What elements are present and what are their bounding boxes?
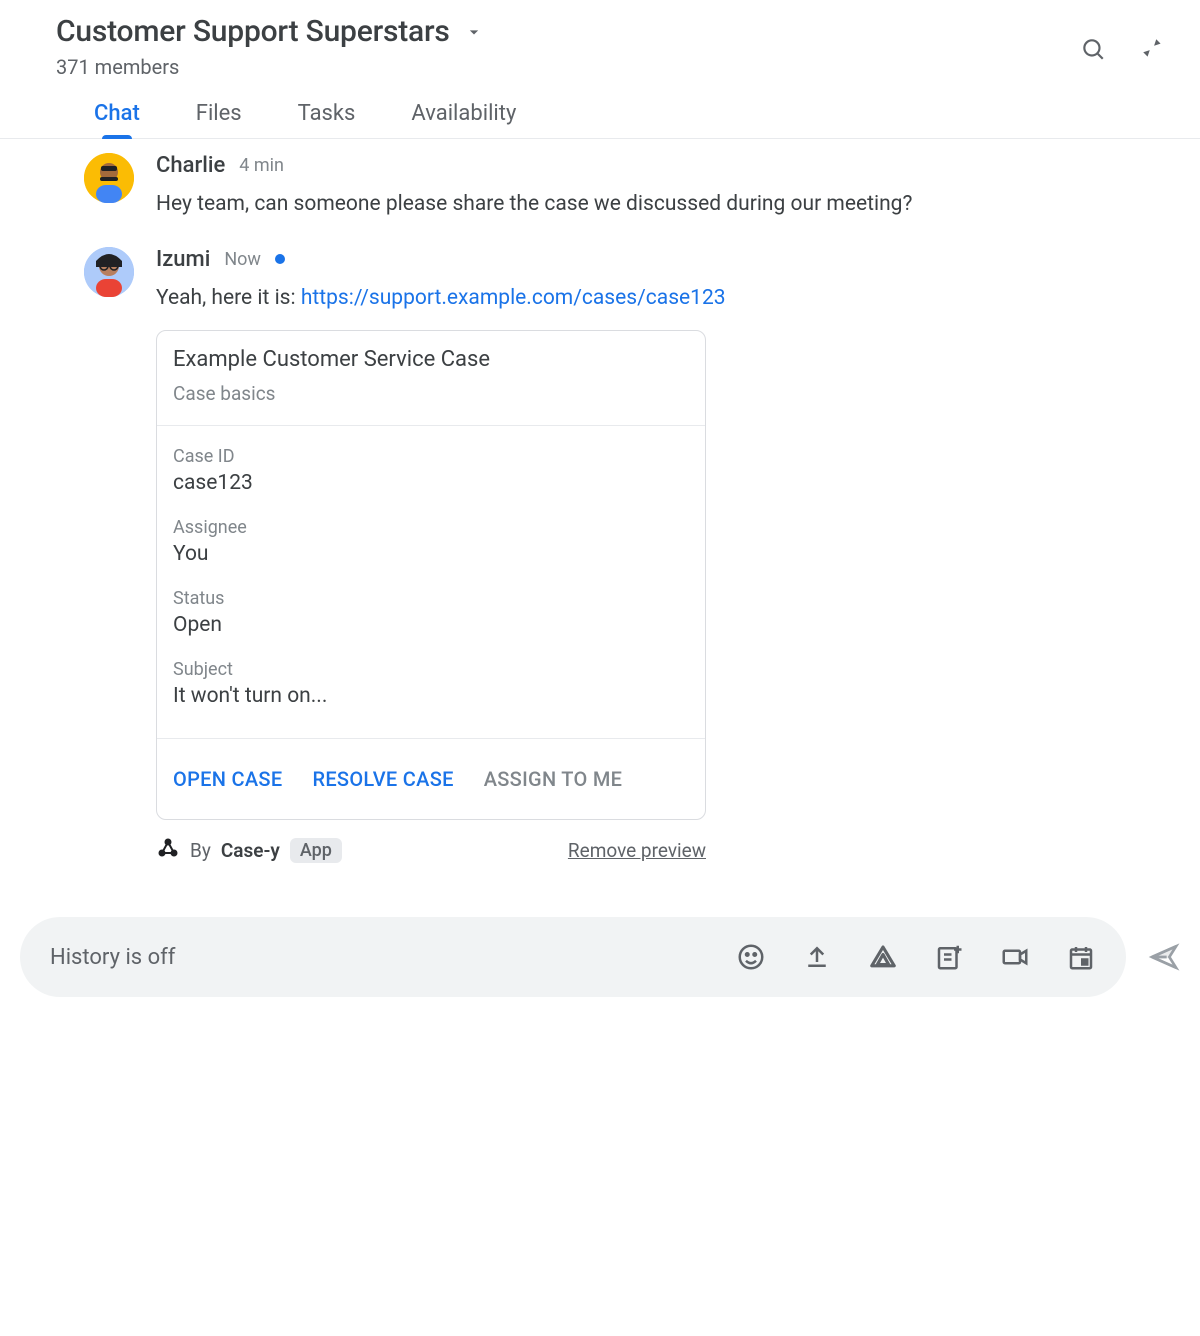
search-icon[interactable] bbox=[1080, 36, 1106, 62]
emoji-icon[interactable] bbox=[736, 942, 766, 972]
field-value: It won't turn on... bbox=[173, 684, 689, 708]
remove-preview-link[interactable]: Remove preview bbox=[568, 839, 706, 862]
message-text: Yeah, here it is: https://support.exampl… bbox=[156, 282, 1170, 315]
assign-to-me-button[interactable]: ASSIGN TO ME bbox=[484, 767, 623, 791]
calendar-icon[interactable] bbox=[1066, 942, 1096, 972]
field-label: Status bbox=[173, 588, 689, 609]
collapse-icon[interactable] bbox=[1140, 36, 1166, 62]
avatar bbox=[84, 247, 134, 297]
card-title: Example Customer Service Case bbox=[173, 347, 689, 372]
message-link[interactable]: https://support.example.com/cases/case12… bbox=[301, 286, 726, 310]
message-time: 4 min bbox=[239, 155, 284, 176]
field-value: case123 bbox=[173, 471, 689, 495]
card-subtitle: Case basics bbox=[173, 382, 689, 405]
message-time: Now bbox=[224, 249, 261, 270]
case-card: Example Customer Service Case Case basic… bbox=[156, 330, 706, 820]
recent-dot-icon bbox=[275, 254, 285, 264]
message-text-prefix: Yeah, here it is: bbox=[156, 286, 301, 310]
field-value: Open bbox=[173, 613, 689, 637]
create-doc-icon[interactable] bbox=[934, 942, 964, 972]
message: Izumi Now Yeah, here it is: https://supp… bbox=[84, 247, 1170, 866]
upload-icon[interactable] bbox=[802, 942, 832, 972]
chevron-down-icon[interactable] bbox=[464, 22, 484, 42]
tab-files[interactable]: Files bbox=[196, 101, 242, 138]
webhook-icon bbox=[156, 836, 180, 865]
attribution-by: By bbox=[190, 839, 211, 862]
field-label: Case ID bbox=[173, 446, 689, 467]
tabs-bar: Chat Files Tasks Availability bbox=[0, 101, 1200, 139]
attribution-name: Case-y bbox=[221, 839, 280, 862]
video-icon[interactable] bbox=[1000, 942, 1030, 972]
message: Charlie 4 min Hey team, can someone plea… bbox=[84, 153, 1170, 221]
space-title[interactable]: Customer Support Superstars bbox=[56, 14, 450, 49]
drive-icon[interactable] bbox=[868, 942, 898, 972]
send-icon[interactable] bbox=[1148, 941, 1180, 973]
tab-tasks[interactable]: Tasks bbox=[298, 101, 356, 138]
members-count: 371 members bbox=[56, 55, 1144, 79]
field-label: Subject bbox=[173, 659, 689, 680]
message-text: Hey team, can someone please share the c… bbox=[156, 188, 1170, 221]
message-author: Charlie bbox=[156, 153, 225, 178]
tab-availability[interactable]: Availability bbox=[411, 101, 516, 138]
app-badge: App bbox=[290, 838, 342, 863]
composer-placeholder: History is off bbox=[50, 945, 736, 970]
open-case-button[interactable]: OPEN CASE bbox=[173, 767, 282, 791]
field-label: Assignee bbox=[173, 517, 689, 538]
message-author: Izumi bbox=[156, 247, 210, 272]
avatar bbox=[84, 153, 134, 203]
tab-chat[interactable]: Chat bbox=[94, 101, 140, 138]
resolve-case-button[interactable]: RESOLVE CASE bbox=[312, 767, 453, 791]
message-composer[interactable]: History is off bbox=[20, 917, 1126, 997]
field-value: You bbox=[173, 542, 689, 566]
